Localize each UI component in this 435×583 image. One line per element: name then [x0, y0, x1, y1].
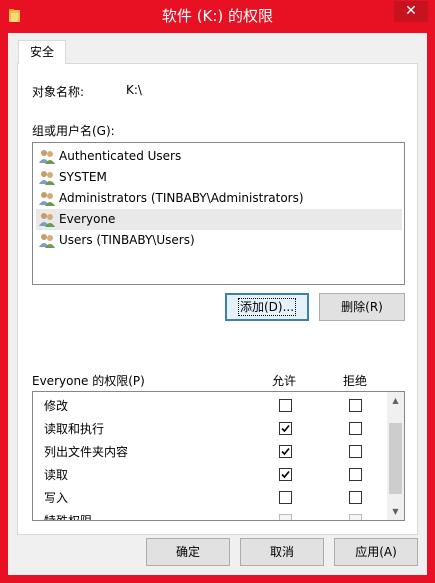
permissions-window: 软件 (K:) 的权限 ✕ 安全 对象名称: K:\ 组或用户名(G): Aut…: [0, 0, 435, 583]
scrollbar-thumb[interactable]: [389, 423, 402, 494]
deny-read-checkbox[interactable]: [349, 468, 362, 481]
title-bar[interactable]: 软件 (K:) 的权限 ✕: [0, 0, 435, 33]
allow-special-checkbox: [279, 514, 292, 520]
permission-row-list-folder: 列出文件夹内容: [33, 440, 388, 463]
list-item-label: Authenticated Users: [59, 149, 182, 163]
users-icon: [39, 213, 55, 227]
groups-label: 组或用户名(G):: [32, 124, 115, 138]
permission-label: 修改: [44, 399, 69, 413]
checkmark-icon: [281, 424, 290, 433]
tab-panel-security: 对象名称: K:\ 组或用户名(G): Authenticated Users: [17, 63, 418, 535]
deny-write-checkbox[interactable]: [349, 491, 362, 504]
ok-button-label: 确定: [175, 545, 200, 559]
apply-button[interactable]: 应用(A): [334, 538, 418, 566]
dialog-body: 安全 对象名称: K:\ 组或用户名(G): Authenticated Use…: [8, 33, 427, 575]
deny-list-folder-checkbox[interactable]: [349, 445, 362, 458]
permission-row-modify: 修改: [33, 394, 388, 417]
allow-write-checkbox[interactable]: [279, 491, 292, 504]
allow-column-header: 允许: [272, 374, 297, 388]
permission-row-write: 写入: [33, 486, 388, 509]
permission-row-read-execute: 读取和执行: [33, 417, 388, 440]
list-item-label: SYSTEM: [59, 170, 107, 184]
cancel-button[interactable]: 取消: [240, 538, 324, 566]
deny-read-execute-checkbox[interactable]: [349, 422, 362, 435]
permissions-list[interactable]: 修改 读取和执行 列出文件夹内容 读取 写入 特殊权限 ▲ ▼: [32, 391, 405, 521]
permissions-label: Everyone 的权限(P): [32, 374, 145, 388]
permission-row-read: 读取: [33, 463, 388, 486]
list-item[interactable]: SYSTEM: [36, 167, 402, 188]
permission-label: 列出文件夹内容: [44, 445, 129, 459]
allow-modify-checkbox[interactable]: [279, 399, 292, 412]
close-icon: ✕: [405, 3, 417, 19]
permission-label: 写入: [44, 491, 69, 505]
list-item-label: Users (TINBABY\Users): [59, 233, 195, 247]
tab-label: 安全: [29, 45, 54, 59]
object-name-value: K:\: [126, 83, 142, 97]
remove-button[interactable]: 删除(R): [319, 293, 405, 321]
ok-button[interactable]: 确定: [146, 538, 230, 566]
apply-button-label: 应用(A): [355, 545, 397, 559]
list-item-label: Administrators (TINBABY\Administrators): [59, 191, 304, 205]
deny-special-checkbox: [349, 514, 362, 520]
list-item[interactable]: Administrators (TINBABY\Administrators): [36, 188, 402, 209]
groups-listbox[interactable]: Authenticated Users SYSTEM Administrator…: [32, 142, 405, 285]
window-title: 软件 (K:) 的权限: [161, 7, 274, 25]
permissions-scrollbar[interactable]: ▲ ▼: [387, 392, 404, 520]
allow-list-folder-checkbox[interactable]: [279, 445, 292, 458]
permission-label: 读取: [44, 468, 69, 482]
checkmark-icon: [281, 447, 290, 456]
remove-button-label: 删除(R): [341, 300, 383, 314]
list-item-label: Everyone: [59, 212, 116, 226]
allow-read-execute-checkbox[interactable]: [279, 422, 292, 435]
add-button[interactable]: 添加(D)...: [225, 293, 309, 321]
permission-label: 特殊权限: [44, 514, 93, 521]
users-icon: [39, 192, 55, 206]
scroll-up-arrow-icon[interactable]: ▲: [387, 392, 404, 409]
list-item[interactable]: Users (TINBABY\Users): [36, 230, 402, 251]
checkmark-icon: [281, 470, 290, 479]
scroll-down-arrow-icon[interactable]: ▼: [387, 503, 404, 520]
object-name-label: 对象名称:: [32, 85, 85, 99]
users-icon: [39, 171, 55, 185]
users-icon: [39, 234, 55, 248]
allow-read-checkbox[interactable]: [279, 468, 292, 481]
deny-modify-checkbox[interactable]: [349, 399, 362, 412]
permission-row-special: 特殊权限: [33, 509, 388, 521]
add-button-label: 添加(D)...: [237, 298, 297, 316]
deny-column-header: 拒绝: [343, 374, 368, 388]
list-item[interactable]: Authenticated Users: [36, 146, 402, 167]
permission-label: 读取和执行: [44, 422, 105, 436]
tab-security[interactable]: 安全: [18, 40, 66, 64]
users-icon: [39, 150, 55, 164]
list-item[interactable]: Everyone: [36, 209, 402, 230]
close-button[interactable]: ✕: [394, 1, 428, 22]
cancel-button-label: 取消: [269, 545, 294, 559]
